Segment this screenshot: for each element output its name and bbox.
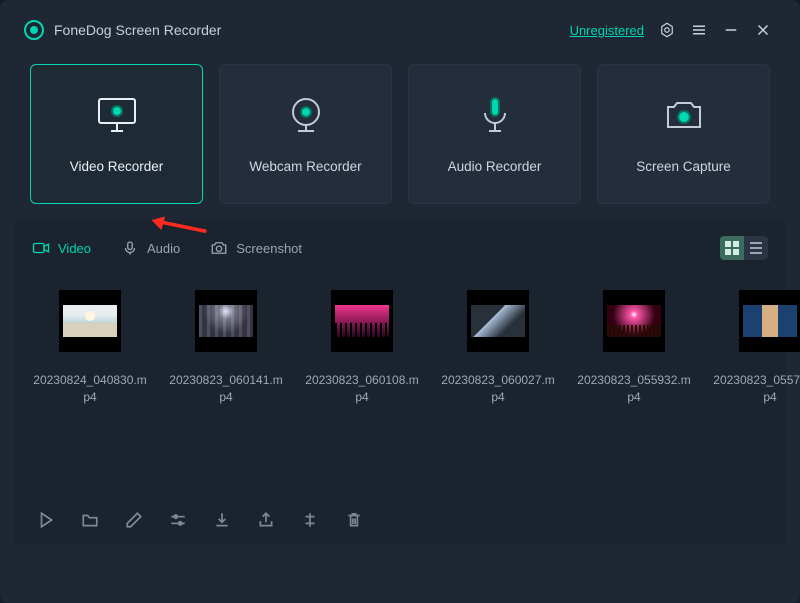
close-icon[interactable]	[754, 21, 772, 39]
microphone-icon	[471, 95, 519, 135]
mode-label: Audio Recorder	[448, 159, 542, 174]
play-button[interactable]	[36, 510, 56, 530]
menu-icon[interactable]	[690, 21, 708, 39]
recordings-panel: Video Audio Screenshot 2	[14, 220, 786, 544]
file-thumbnail	[467, 290, 529, 352]
mode-selector-row: Video Recorder Webcam Recorder Audio R	[10, 48, 790, 214]
mode-label: Screen Capture	[636, 159, 731, 174]
minimize-icon[interactable]	[722, 21, 740, 39]
file-grid: 20230824_040830.mp4 20230823_060141.mp4 …	[32, 268, 768, 504]
titlebar: FoneDog Screen Recorder Unregistered	[10, 12, 790, 48]
file-item[interactable]: 20230823_060141.mp4	[170, 290, 282, 504]
file-thumbnail	[331, 290, 393, 352]
file-thumbnail	[603, 290, 665, 352]
adjust-button[interactable]	[168, 510, 188, 530]
file-thumbnail	[59, 290, 121, 352]
monitor-icon	[93, 95, 141, 135]
edit-button[interactable]	[124, 510, 144, 530]
file-toolbar	[32, 504, 768, 536]
view-mode-toggle	[720, 236, 768, 260]
file-name: 20230823_060027.mp4	[439, 372, 557, 407]
file-item[interactable]: 20230823_055736.mp4	[714, 290, 800, 504]
delete-button[interactable]	[344, 510, 364, 530]
file-item[interactable]: 20230824_040830.mp4	[34, 290, 146, 504]
list-view-button[interactable]	[744, 236, 768, 260]
open-folder-button[interactable]	[80, 510, 100, 530]
titlebar-controls: Unregistered	[570, 21, 772, 39]
file-item[interactable]: 20230823_060027.mp4	[442, 290, 554, 504]
tab-label: Video	[58, 241, 91, 256]
registration-link[interactable]: Unregistered	[570, 23, 644, 38]
mode-video-recorder[interactable]: Video Recorder	[30, 64, 203, 204]
mode-webcam-recorder[interactable]: Webcam Recorder	[219, 64, 392, 204]
webcam-icon	[282, 95, 330, 135]
mode-label: Video Recorder	[70, 159, 164, 174]
file-item[interactable]: 20230823_055932.mp4	[578, 290, 690, 504]
file-name: 20230824_040830.mp4	[31, 372, 149, 407]
mode-label: Webcam Recorder	[249, 159, 361, 174]
tab-video[interactable]: Video	[32, 240, 91, 256]
download-button[interactable]	[212, 510, 232, 530]
tab-label: Audio	[147, 241, 180, 256]
tab-audio[interactable]: Audio	[121, 240, 180, 256]
file-name: 20230823_055932.mp4	[575, 372, 693, 407]
panel-tabbar: Video Audio Screenshot	[32, 234, 768, 262]
grid-view-button[interactable]	[720, 236, 744, 260]
app-title: FoneDog Screen Recorder	[54, 22, 570, 38]
mode-audio-recorder[interactable]: Audio Recorder	[408, 64, 581, 204]
file-name: 20230823_055736.mp4	[711, 372, 800, 407]
file-item[interactable]: 20230823_060108.mp4	[306, 290, 418, 504]
convert-button[interactable]	[300, 510, 320, 530]
file-thumbnail	[739, 290, 800, 352]
file-thumbnail	[195, 290, 257, 352]
app-logo-icon	[24, 20, 44, 40]
file-name: 20230823_060141.mp4	[167, 372, 285, 407]
app-window: FoneDog Screen Recorder Unregistered	[0, 0, 800, 603]
mode-screen-capture[interactable]: Screen Capture	[597, 64, 770, 204]
camera-icon	[660, 95, 708, 135]
tab-label: Screenshot	[236, 241, 302, 256]
file-name: 20230823_060108.mp4	[303, 372, 421, 407]
settings-icon[interactable]	[658, 21, 676, 39]
share-button[interactable]	[256, 510, 276, 530]
tab-screenshot[interactable]: Screenshot	[210, 240, 302, 256]
